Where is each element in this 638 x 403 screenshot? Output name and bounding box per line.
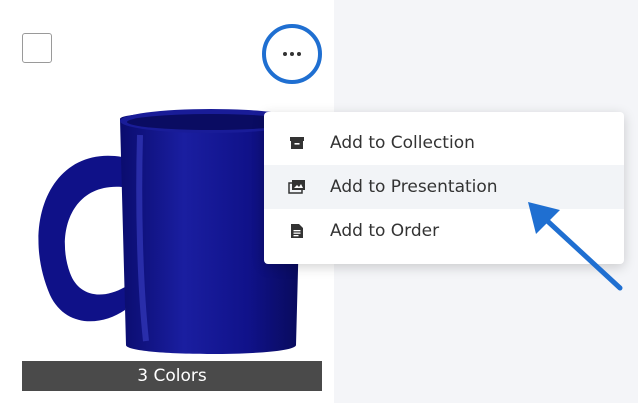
arrow-annotation-icon [528, 202, 623, 291]
menu-item-label: Add to Order [330, 221, 440, 241]
colors-badge: 3 Colors [22, 361, 322, 391]
menu-item-add-to-collection[interactable]: Add to Collection [264, 121, 624, 165]
menu-item-label: Add to Presentation [330, 177, 498, 197]
archive-box-icon [288, 134, 306, 152]
more-dots-icon [283, 52, 301, 56]
select-checkbox[interactable] [22, 33, 52, 63]
document-icon [288, 222, 306, 240]
image-gallery-icon [288, 178, 306, 196]
more-options-button[interactable] [262, 24, 322, 84]
menu-item-label: Add to Collection [330, 133, 475, 153]
